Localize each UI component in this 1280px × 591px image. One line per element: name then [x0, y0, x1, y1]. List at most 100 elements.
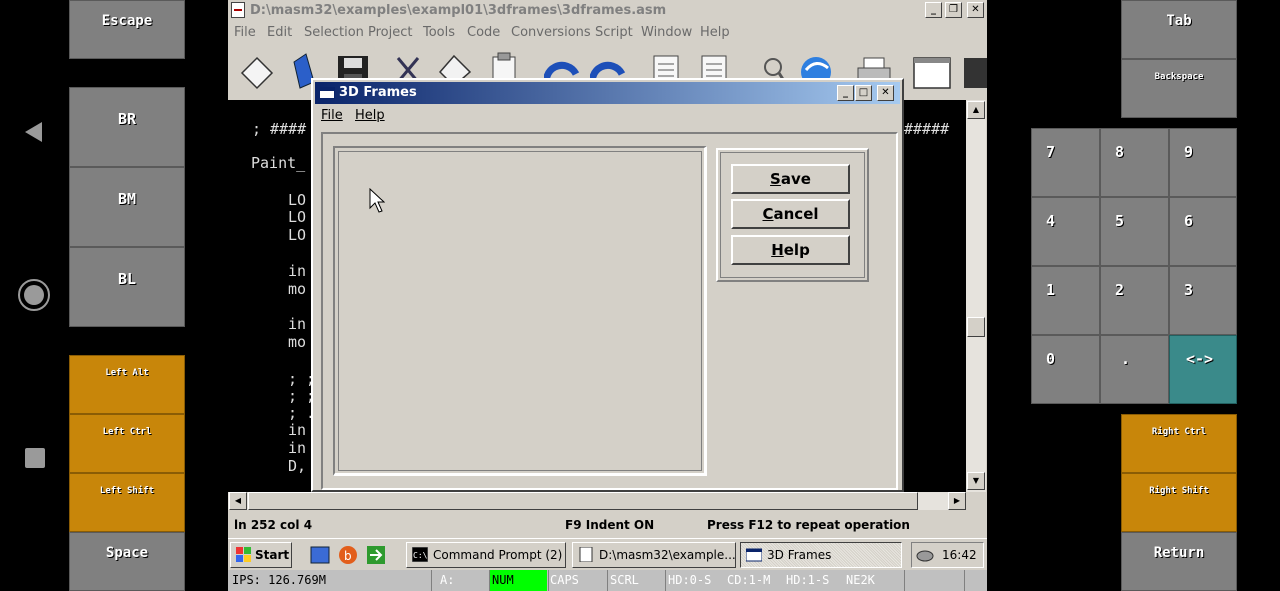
left-ctrl-key[interactable]: Left Ctrl — [69, 414, 185, 473]
terminal-icon[interactable] — [962, 56, 987, 90]
repeat-hint: Press F12 to repeat operation — [707, 518, 910, 532]
numpad-9-key[interactable]: 9 — [1169, 128, 1237, 197]
3d-frames-window[interactable]: 3D Frames _ □ ✕ File Help Save Cancel He… — [311, 78, 904, 492]
help-label: elp — [783, 241, 810, 259]
editor-title-bar[interactable]: D:\masm32\examples\exampl01\3dframes\3df… — [228, 0, 987, 22]
horizontal-scrollbar[interactable]: ◀ ▶ — [228, 492, 966, 510]
menu-edit[interactable]: Edit — [267, 22, 292, 44]
dialog-minimize-icon[interactable]: _ — [837, 85, 854, 101]
br-key[interactable]: BR — [69, 87, 185, 167]
help-button[interactable]: Help — [731, 235, 850, 265]
right-shift-key-label: Right Shift — [1149, 486, 1209, 496]
space-key[interactable]: Space — [69, 532, 185, 591]
recents-icon[interactable] — [24, 447, 46, 469]
cmd-icon: C:\ — [412, 547, 428, 562]
home-icon[interactable] — [17, 278, 51, 312]
left-shift-key[interactable]: Left Shift — [69, 473, 185, 532]
bm-key[interactable]: BM — [69, 167, 185, 247]
escape-key[interactable]: Escape — [69, 0, 185, 59]
new-file-icon[interactable] — [240, 56, 274, 90]
scroll-down-icon[interactable]: ▼ — [967, 472, 985, 490]
scroll-thumb[interactable] — [967, 317, 985, 337]
browser-quicklaunch-icon[interactable]: b — [338, 545, 358, 565]
numpad-7-key[interactable]: 7 — [1031, 128, 1100, 197]
save-button[interactable]: Save — [731, 164, 850, 194]
code-line: D, — [288, 457, 307, 475]
menu-tools[interactable]: Tools — [423, 22, 455, 44]
return-key[interactable]: Return — [1121, 532, 1237, 591]
code-line: Paint_ — [251, 154, 306, 172]
window-icon[interactable] — [912, 56, 952, 90]
left-alt-key[interactable]: Left Alt — [69, 355, 185, 414]
numpad-0-key[interactable]: 0 — [1031, 335, 1100, 404]
escape-key-label: Escape — [101, 13, 153, 29]
numpad-2-key[interactable]: 2 — [1100, 266, 1169, 335]
scroll-up-icon[interactable]: ▲ — [967, 101, 985, 119]
desktop-quicklaunch-icon[interactable] — [310, 546, 330, 564]
numpad-5-key[interactable]: 5 — [1100, 197, 1169, 266]
editor-task-icon — [579, 547, 593, 562]
bl-key[interactable]: BL — [69, 247, 185, 327]
menu-script[interactable]: Script — [595, 22, 633, 44]
numpad-6-key[interactable]: 6 — [1169, 197, 1237, 266]
start-button[interactable]: Start — [230, 542, 292, 568]
scroll-right-icon[interactable]: ▶ — [948, 492, 966, 510]
num-lock-indicator: NUM — [490, 570, 547, 591]
svg-text:C:\: C:\ — [413, 551, 428, 560]
window-task-icon — [746, 548, 762, 562]
left-alt-key-label: Left Alt — [105, 368, 149, 378]
emulator-status-bar: IPS: 126.769M A: NUM CAPS SCRL HD:0-S CD… — [228, 570, 987, 591]
task-3d-frames[interactable]: 3D Frames — [740, 542, 902, 568]
menu-project[interactable]: Project — [368, 22, 412, 44]
status-divider — [964, 570, 965, 591]
numpad-label: 8 — [1115, 143, 1125, 161]
menu-file[interactable]: File — [234, 22, 256, 44]
right-shift-key[interactable]: Right Shift — [1121, 473, 1237, 532]
menu-selection[interactable]: Selection — [304, 22, 364, 44]
backspace-key[interactable]: Backspace — [1121, 59, 1237, 118]
vertical-scrollbar[interactable]: ▲ ▼ — [966, 100, 986, 492]
restore-icon[interactable]: ❐ — [945, 2, 962, 18]
hscroll-thumb[interactable] — [248, 492, 918, 510]
menu-conversions[interactable]: Conversions — [511, 22, 591, 44]
dialog-menu-file[interactable]: File — [321, 106, 343, 126]
task-label: 3D Frames — [767, 548, 832, 562]
close-icon[interactable]: ✕ — [967, 2, 984, 18]
numpad-1-key[interactable]: 1 — [1031, 266, 1100, 335]
right-ctrl-key-label: Right Ctrl — [1151, 427, 1207, 437]
dialog-close-icon[interactable]: ✕ — [877, 85, 894, 101]
numpad-8-key[interactable]: 8 — [1100, 128, 1169, 197]
scroll-left-icon[interactable]: ◀ — [229, 492, 247, 510]
back-icon[interactable] — [22, 120, 46, 144]
menu-help[interactable]: Help — [700, 22, 730, 44]
dialog-menu-help[interactable]: Help — [355, 106, 385, 126]
status-divider — [431, 570, 432, 591]
dialog-menu-bar: File Help — [315, 106, 900, 126]
numpad-4-key[interactable]: 4 — [1031, 197, 1100, 266]
drive-tray-icon[interactable] — [916, 548, 934, 562]
window-app-icon — [319, 87, 335, 99]
cancel-button[interactable]: Cancel — [731, 199, 850, 229]
drive-indicator: A: — [440, 573, 455, 587]
task-editor[interactable]: D:\masm32\example... — [572, 542, 736, 568]
menu-window[interactable]: Window — [641, 22, 692, 44]
menu-code[interactable]: Code — [467, 22, 500, 44]
numpad-label: 0 — [1046, 350, 1056, 368]
code-line: ; #### — [252, 120, 307, 138]
numpad-3-key[interactable]: 3 — [1169, 266, 1237, 335]
tab-key[interactable]: Tab — [1121, 0, 1237, 59]
windows-taskbar: Start b C:\ Command Prompt (2) D:\masm32… — [228, 538, 987, 570]
task-command-prompt[interactable]: C:\ Command Prompt (2) — [406, 542, 566, 568]
status-divider — [665, 570, 666, 591]
numpad-dot-key[interactable]: . — [1100, 335, 1169, 404]
editor-status-bar: ln 252 col 4 F9 Indent ON Press F12 to r… — [228, 512, 987, 538]
dialog-maximize-icon[interactable]: □ — [855, 85, 872, 101]
right-ctrl-key[interactable]: Right Ctrl — [1121, 414, 1237, 473]
arrow-quicklaunch-icon[interactable] — [366, 545, 386, 565]
code-line: mo — [288, 280, 307, 298]
minimize-icon[interactable]: _ — [925, 2, 942, 18]
hd1-indicator: HD:1-S — [786, 573, 830, 587]
numpad-swap-key[interactable]: <-> — [1169, 335, 1237, 404]
dialog-title-bar[interactable]: 3D Frames _ □ ✕ — [315, 82, 900, 104]
left-shift-key-label: Left Shift — [99, 486, 155, 496]
